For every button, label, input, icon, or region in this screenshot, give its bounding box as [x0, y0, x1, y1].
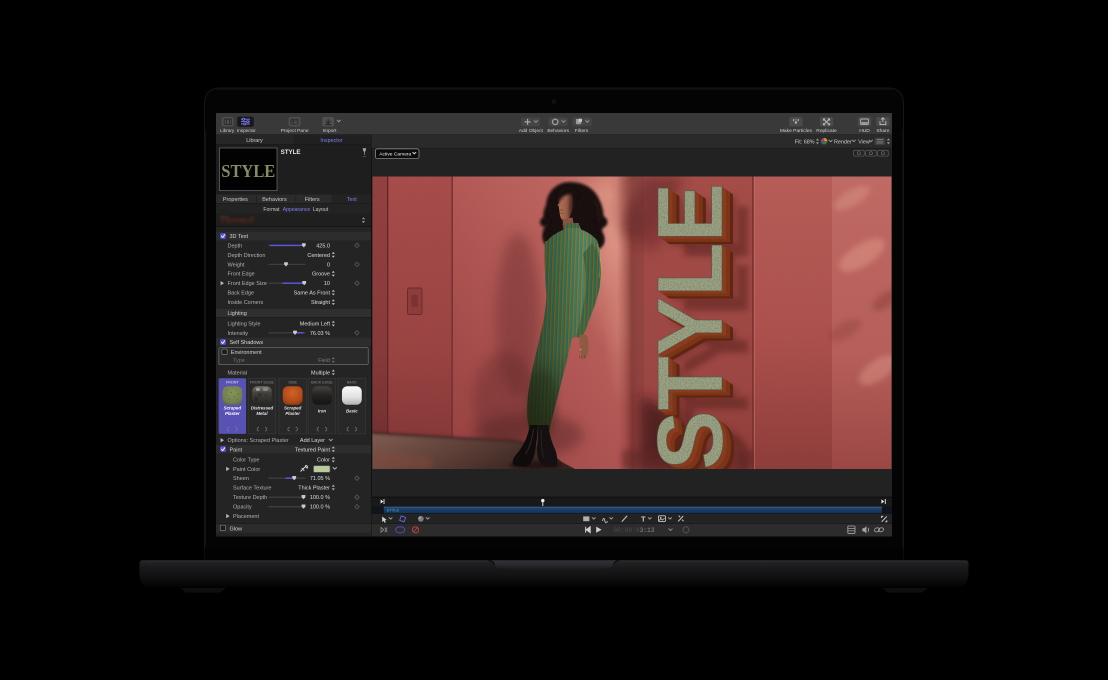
svg-text:Make Particles: Make Particles: [780, 128, 813, 134]
svg-text:SIDE: SIDE: [288, 380, 297, 384]
svg-text:425.0: 425.0: [316, 243, 330, 249]
svg-text:Self Shadows: Self Shadows: [230, 340, 264, 346]
svg-text:Inside Corners: Inside Corners: [228, 300, 264, 306]
svg-text:Fit: 68%: Fit: 68%: [795, 139, 815, 145]
svg-text:BACK EDGE: BACK EDGE: [311, 380, 333, 384]
svg-text:Thick Plaster: Thick Plaster: [298, 486, 330, 492]
svg-text:Medium Left: Medium Left: [300, 322, 331, 328]
svg-text:Lighting Style: Lighting Style: [228, 322, 261, 328]
svg-text:Library: Library: [246, 138, 263, 144]
svg-text:Opacity: Opacity: [233, 505, 252, 511]
svg-text:Add Object: Add Object: [519, 128, 544, 134]
svg-text:Inspector: Inspector: [320, 138, 342, 144]
svg-text:Replicate: Replicate: [816, 128, 837, 134]
svg-text:STYLE: STYLE: [221, 161, 275, 181]
svg-text:Paint Color: Paint Color: [233, 467, 260, 473]
svg-text:Environment: Environment: [231, 350, 262, 356]
svg-text:100.0 %: 100.0 %: [310, 505, 330, 511]
svg-text:Distressed: Distressed: [251, 406, 274, 411]
svg-text:Lighting: Lighting: [228, 311, 247, 317]
svg-text:Iron: Iron: [318, 408, 327, 413]
svg-text:STYLE: STYLE: [281, 149, 301, 156]
svg-text:Filters: Filters: [305, 197, 320, 203]
svg-text:Field: Field: [318, 358, 330, 364]
svg-text:76.03 %: 76.03 %: [310, 331, 330, 337]
svg-text:Back Edge: Back Edge: [228, 291, 255, 297]
svg-text:Textured Paint: Textured Paint: [295, 447, 331, 453]
svg-text:Import: Import: [323, 128, 338, 134]
svg-text:Paint: Paint: [230, 447, 243, 453]
svg-text:Options: Scraped Plaster: Options: Scraped Plaster: [228, 438, 289, 444]
svg-text:Glow: Glow: [230, 526, 243, 532]
svg-text:Multiple: Multiple: [311, 370, 330, 376]
svg-text:Color: Color: [317, 458, 330, 464]
svg-text:Project Pane: Project Pane: [281, 128, 309, 134]
svg-text:Straight: Straight: [311, 300, 330, 306]
svg-text:Library: Library: [220, 128, 235, 133]
svg-text:Layout: Layout: [313, 207, 329, 213]
svg-text:3D Text: 3D Text: [230, 234, 249, 240]
svg-text:Behaviors: Behaviors: [262, 197, 287, 203]
svg-text:Weight: Weight: [228, 262, 245, 268]
svg-text:Same As Front: Same As Front: [294, 291, 331, 297]
svg-text:STYLE: STYLE: [387, 508, 400, 513]
svg-text:Behaviors: Behaviors: [547, 128, 569, 134]
svg-text:3:13: 3:13: [640, 527, 655, 534]
svg-text:FRONT EDGE: FRONT EDGE: [250, 380, 275, 384]
svg-text:Plaster: Plaster: [225, 411, 240, 416]
svg-text:Basic: Basic: [346, 408, 358, 413]
svg-text:BACK: BACK: [347, 380, 358, 384]
svg-text:Metal: Metal: [256, 411, 268, 416]
svg-text:10: 10: [324, 281, 330, 287]
svg-text:Texture Depth: Texture Depth: [233, 495, 267, 501]
svg-text:Centered: Centered: [307, 253, 330, 259]
svg-text:Sheen: Sheen: [233, 476, 249, 482]
svg-text:Depth: Depth: [228, 243, 243, 249]
svg-text:Surface Texture: Surface Texture: [233, 486, 271, 492]
svg-text:Add Layer: Add Layer: [300, 438, 325, 444]
svg-text:Scraped: Scraped: [284, 406, 302, 411]
svg-text:Text: Text: [347, 197, 358, 203]
svg-text:Active Camera: Active Camera: [379, 151, 411, 157]
svg-text:Plaster: Plaster: [285, 411, 300, 416]
svg-text:View: View: [858, 139, 870, 145]
svg-text:Share: Share: [876, 128, 889, 134]
svg-text:Groove: Groove: [312, 272, 330, 278]
svg-text:Thermal: Thermal: [220, 215, 255, 225]
svg-text:Format: Format: [263, 207, 280, 213]
svg-text:Front Edge Size: Front Edge Size: [228, 281, 267, 287]
svg-text:Intensity: Intensity: [228, 331, 249, 337]
svg-text:Render: Render: [834, 139, 852, 145]
svg-text:FRONT: FRONT: [226, 380, 239, 384]
svg-text:100.0 %: 100.0 %: [310, 495, 330, 501]
svg-text:Type: Type: [233, 358, 245, 364]
svg-text:Front Edge: Front Edge: [228, 272, 255, 278]
svg-text:Placement: Placement: [233, 514, 259, 520]
svg-text:Depth Direction: Depth Direction: [228, 253, 266, 259]
svg-text:Color Type: Color Type: [233, 458, 260, 464]
svg-text:00:00:0: 00:00:0: [614, 527, 640, 534]
svg-text:71.05 %: 71.05 %: [310, 476, 330, 482]
svg-text:Appearance: Appearance: [283, 207, 311, 213]
svg-text:Scraped: Scraped: [224, 406, 242, 411]
svg-text:0: 0: [327, 262, 330, 268]
svg-text:Properties: Properties: [223, 197, 248, 203]
svg-text:Inspector: Inspector: [237, 128, 256, 133]
svg-text:Material: Material: [228, 370, 248, 376]
svg-text:HUD: HUD: [859, 128, 870, 134]
svg-text:Filters: Filters: [575, 128, 589, 134]
svg-text:T: T: [641, 515, 646, 524]
